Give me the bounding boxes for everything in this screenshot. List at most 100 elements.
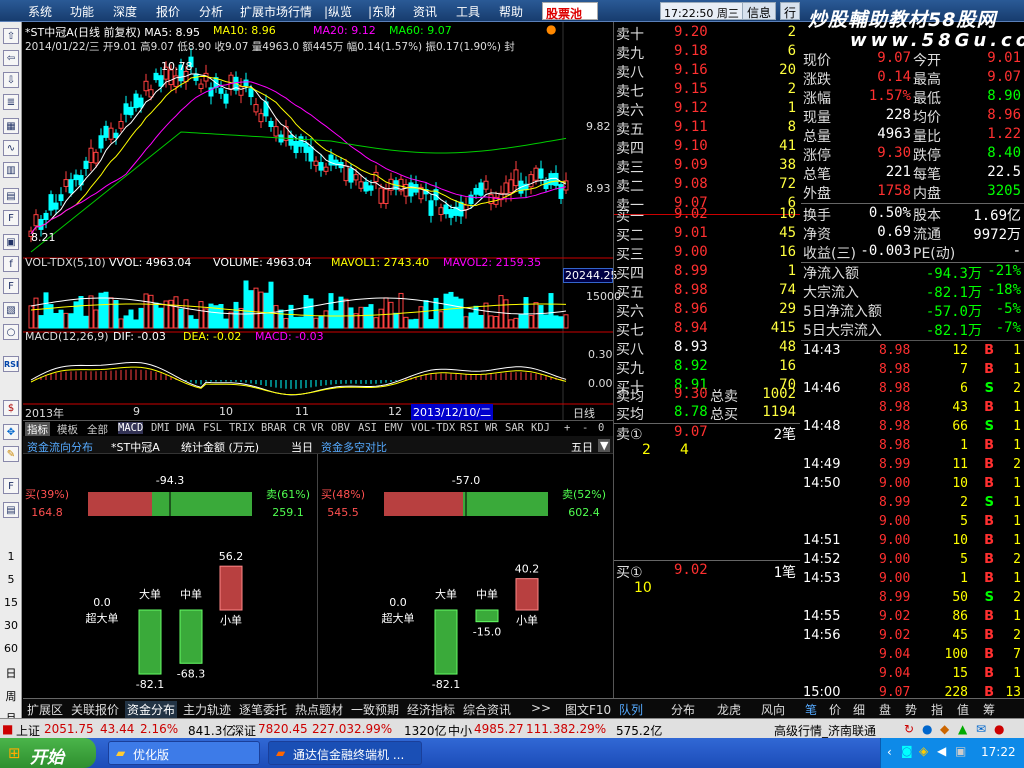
tab-plus[interactable]: + bbox=[564, 422, 570, 434]
tray-ime-icon[interactable]: ▣ bbox=[955, 744, 966, 758]
module-icon[interactable]: ▧ bbox=[3, 302, 19, 318]
arrow-left-icon[interactable]: ⇦ bbox=[3, 50, 19, 66]
sell-row[interactable]: 卖十 9.20 2 bbox=[614, 24, 800, 43]
tab-obv[interactable]: OBV bbox=[331, 422, 350, 434]
info-button[interactable]: 信息 bbox=[742, 2, 776, 20]
menu-analysis[interactable]: 分析 bbox=[199, 3, 223, 20]
buy-row[interactable]: 买六 8.96 29 bbox=[614, 301, 800, 320]
tray-network-icon[interactable]: ◙ bbox=[901, 744, 913, 758]
move-icon[interactable]: ✥ bbox=[3, 424, 19, 440]
btab-news[interactable]: 综合资讯 bbox=[463, 701, 511, 718]
period-5min[interactable]: 5 bbox=[0, 573, 22, 586]
rtab[interactable]: 分布 bbox=[671, 701, 695, 718]
period-1min[interactable]: 1 bbox=[0, 550, 22, 563]
period-week[interactable]: 周 bbox=[0, 688, 22, 704]
tab-brar[interactable]: BRAR bbox=[261, 422, 286, 434]
fs-icon[interactable]: F bbox=[3, 478, 19, 494]
tab-kdj[interactable]: KDJ bbox=[531, 422, 550, 434]
period-30min[interactable]: 30 bbox=[0, 619, 22, 632]
table-icon[interactable]: ▤ bbox=[3, 188, 19, 204]
rtab[interactable]: 队列 bbox=[619, 701, 643, 718]
sell-row[interactable]: 卖五 9.11 8 bbox=[614, 119, 800, 138]
rtab[interactable]: 笔 bbox=[805, 701, 817, 718]
rtab[interactable]: 筹 bbox=[983, 701, 995, 718]
menu-tools[interactable]: 工具 bbox=[456, 3, 480, 20]
tab-emv[interactable]: EMV bbox=[384, 422, 403, 434]
menu-eastmoney[interactable]: |东财 bbox=[368, 3, 396, 20]
period-15min[interactable]: 15 bbox=[0, 596, 22, 609]
tab-macd[interactable]: MACD bbox=[118, 422, 144, 434]
frc-icon[interactable]: F bbox=[3, 278, 19, 294]
row-button[interactable]: 行 bbox=[780, 2, 800, 20]
sell-row[interactable]: 卖六 9.12 1 bbox=[614, 100, 800, 119]
buy-row[interactable]: 买一 9.02 10 bbox=[614, 206, 800, 225]
rtab[interactable]: 指 bbox=[931, 701, 943, 718]
tab-template[interactable]: 模板 bbox=[57, 422, 78, 437]
period-60min[interactable]: 60 bbox=[0, 642, 22, 655]
btab-f10[interactable]: 图文F10 bbox=[565, 701, 611, 718]
sell-row[interactable]: 卖八 9.16 20 bbox=[614, 62, 800, 81]
rtab[interactable]: 细 bbox=[853, 701, 865, 718]
period-day[interactable]: 日 bbox=[0, 665, 22, 681]
chat-icon[interactable]: ▲ bbox=[958, 722, 967, 736]
arrow-down-icon[interactable]: ⇩ bbox=[3, 72, 19, 88]
rtab[interactable]: 盘 bbox=[879, 701, 891, 718]
menu-system[interactable]: 系统 bbox=[28, 3, 52, 20]
buy-row[interactable]: 买四 8.99 1 bbox=[614, 263, 800, 282]
menu-depth[interactable]: 深度 bbox=[113, 3, 137, 20]
report-icon[interactable]: ≣ bbox=[3, 94, 19, 110]
menu-function[interactable]: 功能 bbox=[70, 3, 94, 20]
tab-cr[interactable]: CR bbox=[293, 422, 306, 434]
sell-row[interactable]: 卖三 9.09 38 bbox=[614, 157, 800, 176]
sz-label[interactable]: 深证 bbox=[232, 722, 256, 739]
menu-news[interactable]: 资讯 bbox=[413, 3, 437, 20]
user-icon[interactable]: ● bbox=[922, 722, 932, 736]
refresh-icon[interactable]: ↻ bbox=[904, 722, 914, 736]
tab-vol-tdx[interactable]: VOL-TDX bbox=[411, 422, 455, 434]
zx-label[interactable]: 中小 bbox=[448, 722, 472, 739]
sell-row[interactable]: 卖七 9.15 2 bbox=[614, 81, 800, 100]
buy-row[interactable]: 买三 9.00 16 bbox=[614, 244, 800, 263]
tab-fsl[interactable]: FSL bbox=[203, 422, 222, 434]
sell-row[interactable]: 卖四 9.10 41 bbox=[614, 138, 800, 157]
tab-trix[interactable]: TRIX bbox=[229, 422, 254, 434]
circle-icon[interactable]: ○ bbox=[3, 324, 19, 340]
rtab[interactable]: 势 bbox=[905, 701, 917, 718]
fn-icon[interactable]: f bbox=[3, 256, 19, 272]
line-chart-icon[interactable]: ∿ bbox=[3, 140, 19, 156]
rtab[interactable]: 值 bbox=[957, 701, 969, 718]
tab-sar[interactable]: SAR bbox=[505, 422, 524, 434]
grid-icon[interactable]: ▦ bbox=[3, 118, 19, 134]
tab-minus[interactable]: - bbox=[582, 422, 588, 434]
tray-volume-icon[interactable]: ◀ bbox=[937, 744, 946, 758]
tab-zero[interactable]: 0 bbox=[598, 422, 604, 434]
buy-row[interactable]: 买八 8.93 48 bbox=[614, 339, 800, 358]
task-tdx[interactable]: 通达信金融终端机 ... bbox=[268, 741, 422, 765]
dollar-icon[interactable]: $ bbox=[3, 400, 19, 416]
tab-all[interactable]: 全部 bbox=[87, 422, 108, 437]
tab-asi[interactable]: ASI bbox=[358, 422, 377, 434]
tray-arrow-icon[interactable]: ‹ bbox=[887, 745, 892, 759]
menu-help[interactable]: 帮助 bbox=[499, 3, 523, 20]
rtab[interactable]: 价 bbox=[829, 701, 841, 718]
buy1-queue-row[interactable]: 买① 9.02 1笔 bbox=[614, 562, 800, 581]
pencil-icon[interactable]: ✎ bbox=[3, 446, 19, 462]
sell-row[interactable]: 卖九 9.18 6 bbox=[614, 43, 800, 62]
btab-main-track[interactable]: 主力轨迹 bbox=[183, 701, 231, 718]
tab-indicator[interactable]: 指标 bbox=[25, 422, 50, 437]
sell1-queue-row[interactable]: 卖① 9.07 2笔 bbox=[614, 424, 800, 443]
tab-vr[interactable]: VR bbox=[311, 422, 324, 434]
menu-quote[interactable]: 报价 bbox=[156, 3, 180, 20]
buy-row[interactable]: 买二 9.01 45 bbox=[614, 225, 800, 244]
tab-dma[interactable]: DMA bbox=[176, 422, 195, 434]
btab-topic[interactable]: 热点题材 bbox=[295, 701, 343, 718]
sell-row[interactable]: 卖二 9.08 72 bbox=[614, 176, 800, 195]
btab-econ[interactable]: 经济指标 bbox=[407, 701, 455, 718]
f10-icon[interactable]: F bbox=[3, 210, 19, 226]
tab-rsi[interactable]: RSI bbox=[460, 422, 479, 434]
btab-related[interactable]: 关联报价 bbox=[71, 701, 119, 718]
btab-fund-dist[interactable]: 资金分布 bbox=[125, 701, 178, 718]
btab-more[interactable]: >> bbox=[531, 701, 551, 715]
menu-ext-market[interactable]: 扩展市场行情 bbox=[240, 3, 312, 20]
rtab[interactable]: 龙虎 bbox=[717, 701, 741, 718]
